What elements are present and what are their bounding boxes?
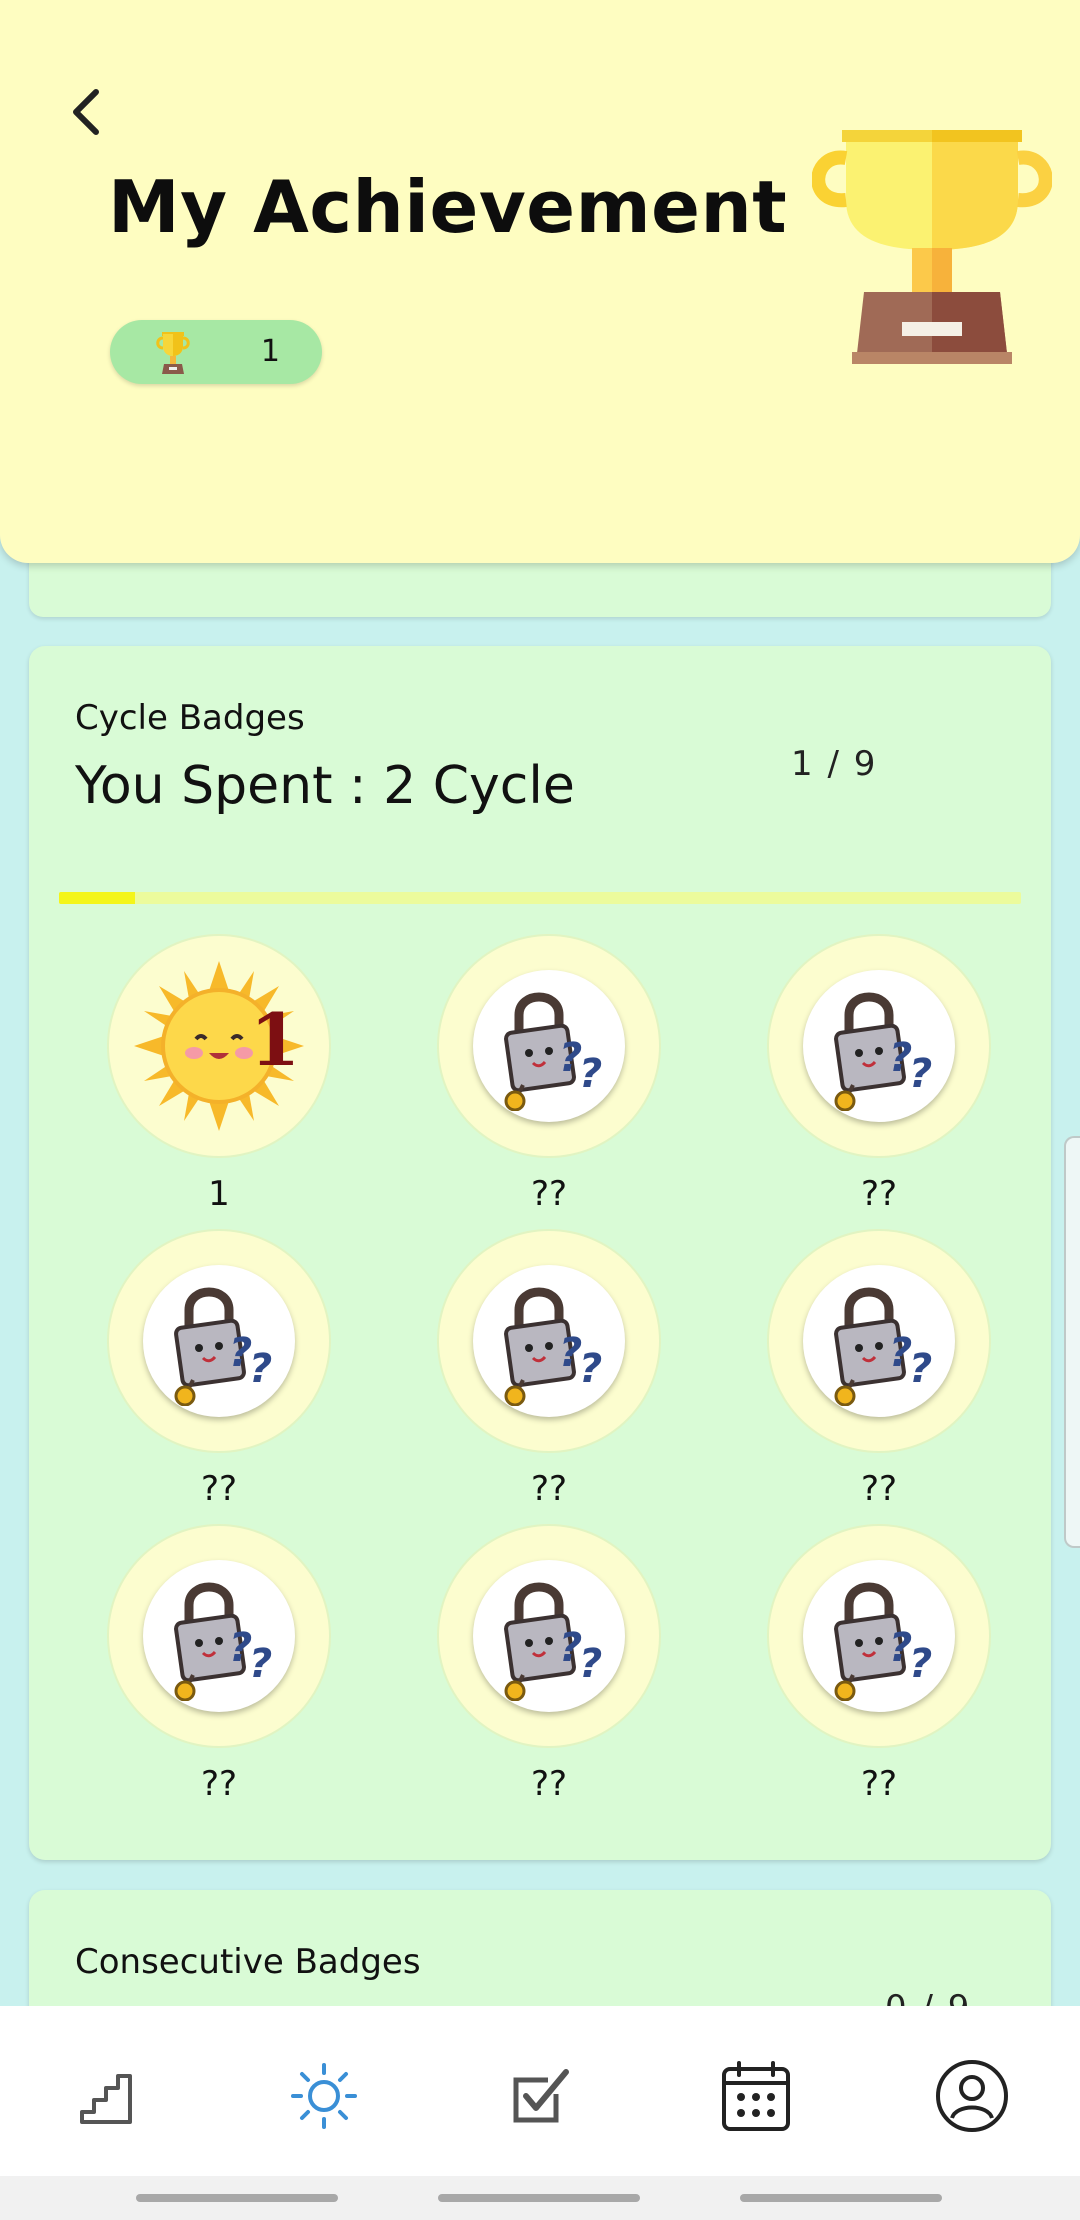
svg-text:?: ? — [579, 1641, 602, 1687]
badge-grid: 1 1 ? ? ?? ? ? ?? ? ? ?? ? ? ?? ? ? ?? ?… — [69, 936, 1059, 1836]
svg-text:?: ? — [579, 1051, 602, 1097]
locked-badge-icon: ? ? — [174, 1582, 272, 1701]
badge-label: 1 — [208, 1174, 230, 1214]
badge-label: ?? — [530, 1174, 568, 1214]
badge-ring: ? ? — [439, 1526, 659, 1746]
badge-label: ?? — [530, 1764, 568, 1804]
badge-inner: ? ? — [473, 970, 625, 1122]
stairs-icon — [80, 2074, 132, 2124]
badge-inner: ? ? — [143, 1560, 295, 1712]
checkbox-icon — [513, 2069, 569, 2123]
nav-checklist[interactable] — [500, 2056, 580, 2136]
system-home-pill[interactable] — [438, 2194, 640, 2202]
badge-item[interactable]: ? ? ?? — [399, 936, 699, 1226]
card-subtitle: Consecutive Badges — [75, 1942, 421, 1982]
badge-inner: ? ? — [803, 1265, 955, 1417]
trophy-icon — [156, 332, 190, 374]
badge-progress-text: 1 / 9 — [791, 744, 878, 784]
badge-ring: 1 — [109, 936, 329, 1156]
sun-icon — [291, 2063, 357, 2129]
svg-text:?: ? — [249, 1346, 272, 1392]
locked-badge-icon: ? ? — [504, 992, 602, 1111]
chevron-left-icon — [73, 89, 99, 135]
sun-badge-icon: 1 — [134, 961, 304, 1131]
nav-sun[interactable] — [284, 2056, 364, 2136]
calendar-icon — [722, 2061, 790, 2131]
badge-inner: ? ? — [803, 970, 955, 1122]
back-button[interactable] — [58, 80, 114, 144]
badge-ring: ? ? — [109, 1231, 329, 1451]
locked-badge-icon: ? ? — [834, 1582, 932, 1701]
svg-text:?: ? — [249, 1641, 272, 1687]
badge-label: ?? — [200, 1764, 238, 1804]
locked-badge-icon: ? ? — [504, 1582, 602, 1701]
badge-inner: ? ? — [473, 1265, 625, 1417]
system-recents-pill[interactable] — [740, 2194, 942, 2202]
page-title: My Achievement — [108, 165, 788, 249]
badge-ring: ? ? — [769, 1231, 989, 1451]
cycle-badges-card: Cycle Badges You Spent : 2 Cycle 1 / 9 1… — [29, 646, 1051, 1860]
badge-ring: ? ? — [439, 1231, 659, 1451]
badge-item[interactable]: ? ? ?? — [69, 1231, 369, 1521]
locked-badge-icon: ? ? — [834, 992, 932, 1111]
card-subtitle: Cycle Badges — [75, 698, 305, 738]
svg-text:?: ? — [909, 1051, 932, 1097]
badge-label: ?? — [200, 1469, 238, 1509]
badge-inner: ? ? — [803, 1560, 955, 1712]
badge-item[interactable]: ? ? ?? — [399, 1526, 699, 1816]
badge-inner: ? ? — [143, 1265, 295, 1417]
badge-label: ?? — [860, 1764, 898, 1804]
badge-inner: ? ? — [473, 1560, 625, 1712]
badge-item[interactable]: 1 1 — [69, 936, 369, 1226]
side-scroll-handle[interactable] — [1064, 1136, 1080, 1548]
badge-label: ?? — [860, 1469, 898, 1509]
nav-profile[interactable] — [932, 2056, 1012, 2136]
badge-item[interactable]: ? ? ?? — [729, 936, 1029, 1226]
svg-text:?: ? — [909, 1346, 932, 1392]
badge-item[interactable]: ? ? ?? — [729, 1231, 1029, 1521]
trophy-illustration-icon — [812, 130, 1052, 364]
cycle-count-headline: You Spent : 2 Cycle — [75, 756, 575, 816]
svg-text:1: 1 — [250, 997, 300, 1082]
system-navigation-bar — [0, 2176, 1080, 2220]
svg-text:?: ? — [579, 1346, 602, 1392]
achievement-header: My Achievement 1 — [0, 0, 1080, 563]
profile-icon — [936, 2060, 1008, 2132]
locked-badge-icon: ? ? — [504, 1287, 602, 1406]
badge-ring: ? ? — [769, 936, 989, 1156]
trophy-count-badge: 1 — [110, 320, 322, 384]
badge-ring: ? ? — [769, 1526, 989, 1746]
nav-calendar[interactable] — [716, 2056, 796, 2136]
nav-stairs[interactable] — [68, 2056, 148, 2136]
system-back-pill[interactable] — [136, 2194, 338, 2202]
badge-item[interactable]: ? ? ?? — [399, 1231, 699, 1521]
badge-label: ?? — [530, 1469, 568, 1509]
svg-text:?: ? — [909, 1641, 932, 1687]
badge-item[interactable]: ? ? ?? — [69, 1526, 369, 1816]
locked-badge-icon: ? ? — [174, 1287, 272, 1406]
badge-ring: ? ? — [109, 1526, 329, 1746]
bottom-navigation — [0, 2006, 1080, 2176]
badge-ring: ? ? — [439, 936, 659, 1156]
badge-item[interactable]: ? ? ?? — [729, 1526, 1029, 1816]
locked-badge-icon: ? ? — [834, 1287, 932, 1406]
progress-bar-fill — [59, 892, 135, 904]
trophy-count: 1 — [260, 334, 280, 369]
badge-label: ?? — [860, 1174, 898, 1214]
progress-bar — [59, 892, 1021, 904]
